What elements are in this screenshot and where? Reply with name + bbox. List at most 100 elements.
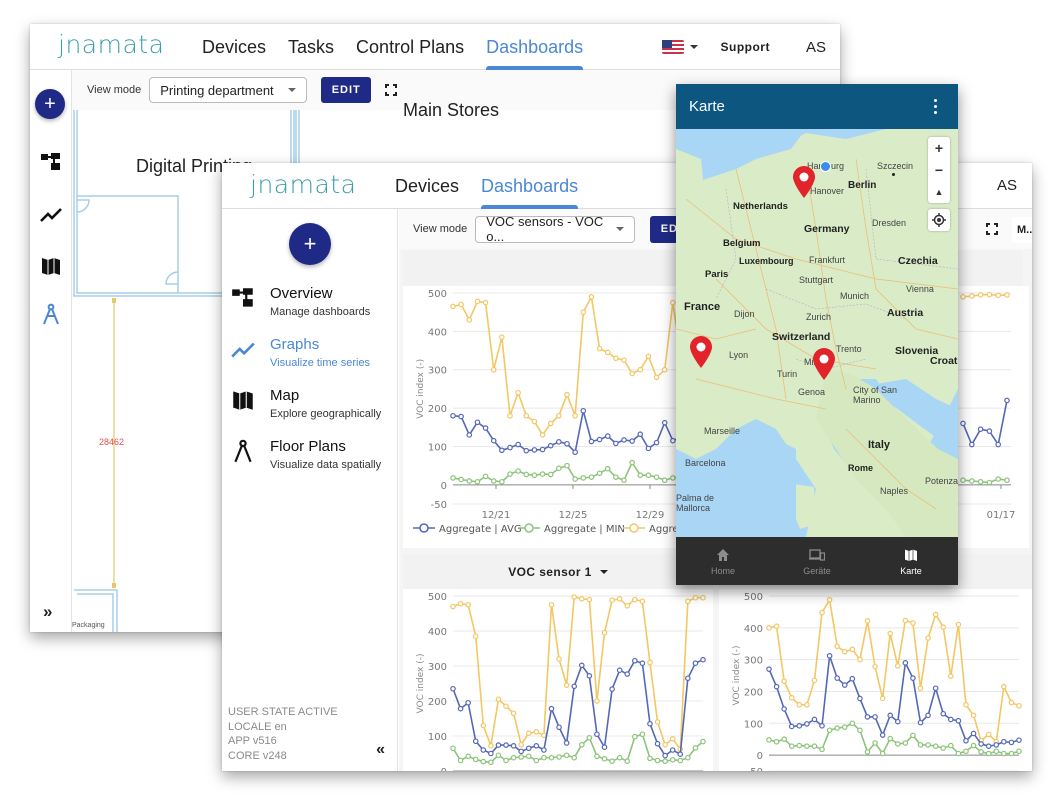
data-point[interactable] [621,437,627,443]
legend-marker[interactable] [629,523,639,533]
data-point[interactable] [482,473,489,480]
data-point[interactable] [624,602,631,609]
data-point[interactable] [518,748,524,755]
nav-dashboards[interactable]: Dashboards [486,24,584,70]
compass-north-button[interactable]: ▲ [928,181,950,203]
data-point[interactable] [925,742,931,748]
data-point[interactable] [948,716,954,723]
data-point[interactable] [864,714,871,720]
data-point[interactable] [985,743,992,749]
data-point[interactable] [556,656,562,662]
data-point[interactable] [986,428,993,434]
data-point[interactable] [788,723,795,730]
data-point[interactable] [556,465,562,472]
data-point[interactable] [616,596,623,602]
data-point[interactable] [940,710,947,717]
data-point[interactable] [645,353,652,360]
data-point[interactable] [857,727,863,734]
data-point[interactable] [523,412,530,419]
line-chart-icon[interactable] [39,202,63,226]
data-point[interactable] [474,478,481,485]
data-point[interactable] [629,459,635,466]
data-point[interactable] [450,603,456,610]
data-point[interactable] [480,747,487,753]
data-point[interactable] [515,441,521,448]
locate-me-button[interactable] [928,209,950,231]
data-point[interactable] [548,754,555,761]
data-point[interactable] [525,753,532,760]
data-point[interactable] [556,754,562,760]
data-point[interactable] [1001,738,1007,745]
data-point[interactable] [488,750,494,757]
data-point[interactable] [796,742,803,749]
data-point[interactable] [653,374,660,381]
data-point[interactable] [564,440,570,447]
map-view[interactable]: Hamburg Szczecin Berlin Hanover Netherla… [676,129,958,537]
data-point[interactable] [788,743,795,749]
data-point[interactable] [564,462,570,469]
data-point[interactable] [766,737,772,743]
data-point[interactable] [766,666,772,672]
app-logo[interactable]: jnamata [250,170,356,199]
data-point[interactable] [1008,699,1015,706]
data-point[interactable] [970,742,977,749]
data-point[interactable] [811,716,818,723]
data-point[interactable] [902,617,909,624]
data-point[interactable] [902,740,909,746]
app-logo[interactable]: jnamata [58,30,164,59]
data-point[interactable] [685,675,691,682]
data-point[interactable] [639,598,646,605]
data-point[interactable] [917,685,924,692]
data-point[interactable] [450,745,456,752]
fullscreen-icon[interactable] [385,84,398,96]
data-point[interactable] [518,741,524,748]
data-point[interactable] [616,754,623,761]
data-point[interactable] [458,413,464,420]
data-point[interactable] [841,648,848,655]
data-point[interactable] [531,472,538,479]
data-point[interactable] [466,478,473,484]
data-point[interactable] [692,594,699,601]
data-point[interactable] [637,431,644,437]
data-point[interactable] [804,702,810,708]
data-point[interactable] [977,478,984,485]
map-icon[interactable] [39,254,63,278]
language-selector[interactable] [662,40,699,54]
nav-tasks[interactable]: Tasks [288,24,334,70]
data-point[interactable] [450,475,456,481]
data-point[interactable] [1001,683,1007,690]
data-point[interactable] [894,663,901,669]
nav-devices[interactable]: Devices [395,163,459,209]
bottom-nav-map[interactable]: Karte [864,537,958,585]
data-point[interactable] [604,433,611,439]
data-point[interactable] [488,759,494,766]
data-point[interactable] [616,667,623,674]
data-point[interactable] [662,752,668,759]
data-point[interactable] [503,742,509,748]
data-point[interactable] [940,624,947,630]
data-point[interactable] [948,742,954,749]
legend-label[interactable]: Aggregate | AVG [439,524,522,535]
data-point[interactable] [507,444,513,451]
fullscreen-icon[interactable] [986,223,998,235]
data-point[interactable] [995,292,1002,299]
data-point[interactable] [613,355,619,362]
data-point[interactable] [826,597,833,603]
data-point[interactable] [510,754,517,761]
data-point[interactable] [1008,750,1015,757]
data-point[interactable] [910,675,916,681]
data-point[interactable] [586,673,593,679]
data-point[interactable] [539,432,546,438]
data-point[interactable] [796,723,803,729]
data-point[interactable] [963,737,969,744]
user-avatar[interactable]: AS [806,39,826,56]
data-point[interactable] [925,712,931,719]
data-point[interactable] [458,301,464,308]
data-point[interactable] [613,474,619,480]
data-point[interactable] [677,751,684,758]
data-point[interactable] [781,678,787,685]
data-point[interactable] [670,475,676,481]
data-point[interactable] [948,673,954,679]
zoom-in-button[interactable]: + [928,137,950,159]
data-point[interactable] [872,740,878,746]
